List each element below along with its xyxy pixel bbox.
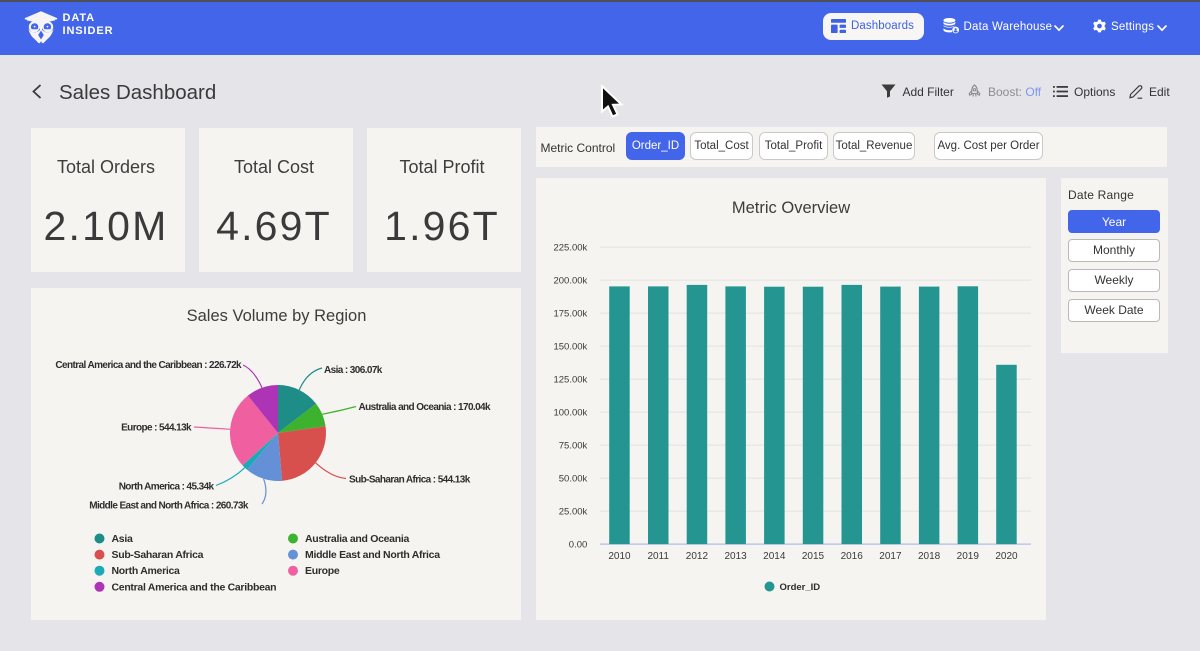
svg-text:75.00k: 75.00k: [559, 441, 588, 452]
svg-text:2013: 2013: [724, 551, 747, 562]
svg-text:2015: 2015: [802, 551, 825, 562]
svg-text:Asia: Asia: [112, 533, 133, 545]
svg-text:Europe : 544.13k: Europe : 544.13k: [121, 423, 192, 434]
svg-text:North America: North America: [112, 565, 181, 577]
svg-text:Asia : 306.07k: Asia : 306.07k: [324, 365, 383, 376]
svg-text:North America : 45.34k: North America : 45.34k: [119, 482, 215, 493]
svg-text:Central America and the Caribb: Central America and the Caribbean: [112, 581, 277, 593]
svg-text:2011: 2011: [647, 551, 669, 562]
svg-text:2010: 2010: [608, 551, 631, 562]
svg-text:200.00k: 200.00k: [553, 276, 587, 287]
svg-text:2019: 2019: [957, 551, 980, 562]
svg-text:2020: 2020: [995, 551, 1018, 562]
svg-text:25.00k: 25.00k: [559, 507, 588, 518]
svg-text:Middle East and North Africa: Middle East and North Africa: [305, 549, 440, 561]
svg-text:50.00k: 50.00k: [559, 474, 588, 485]
svg-text:Central America and the Caribb: Central America and the Caribbean : 226.…: [55, 360, 242, 371]
svg-text:Metric Overview: Metric Overview: [732, 199, 850, 217]
svg-text:Australia and Oceania: Australia and Oceania: [305, 533, 409, 545]
svg-text:150.00k: 150.00k: [553, 342, 587, 353]
svg-text:2014: 2014: [763, 551, 786, 562]
svg-text:0.00: 0.00: [569, 540, 588, 551]
svg-text:Australia and Oceania : 170.04: Australia and Oceania : 170.04k: [359, 402, 492, 413]
svg-text:Sales Volume by Region: Sales Volume by Region: [187, 307, 367, 325]
svg-text:2017: 2017: [879, 551, 902, 562]
svg-text:Order_ID: Order_ID: [780, 582, 821, 593]
svg-text:2012: 2012: [686, 551, 709, 562]
svg-text:Europe: Europe: [305, 565, 340, 577]
svg-text:2018: 2018: [918, 551, 941, 562]
svg-text:Middle East and North Africa :: Middle East and North Africa : 260.73k: [89, 501, 249, 512]
svg-text:Sub-Saharan Africa: Sub-Saharan Africa: [112, 549, 204, 561]
svg-text:100.00k: 100.00k: [553, 408, 587, 419]
svg-text:Sub-Saharan Africa : 544.13k: Sub-Saharan Africa : 544.13k: [349, 475, 471, 486]
svg-text:125.00k: 125.00k: [553, 375, 587, 386]
svg-text:2016: 2016: [841, 551, 864, 562]
svg-text:225.00k: 225.00k: [553, 243, 587, 254]
svg-text:175.00k: 175.00k: [553, 309, 587, 320]
